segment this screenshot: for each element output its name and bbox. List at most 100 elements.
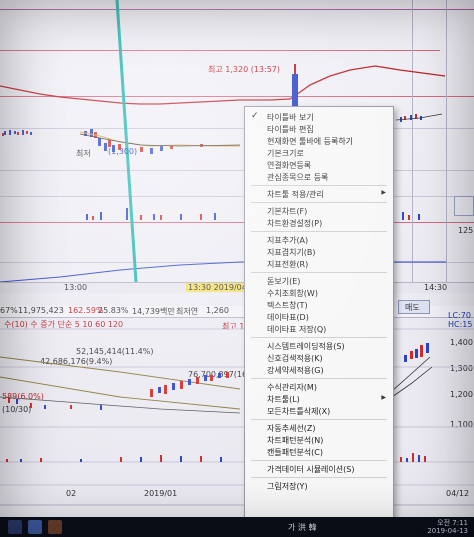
menu-separator [251, 378, 387, 379]
context-menu-item[interactable]: ✓ 타이틀바 보기 [245, 111, 393, 123]
context-menu-item-label: 차트툴 적용/관리 [267, 190, 324, 199]
taskbar-clock[interactable]: 오전 7:11 2019-04-13 [427, 519, 468, 535]
context-menu-item[interactable]: 텍스트창(T) [245, 299, 393, 311]
ime-indicator[interactable]: 가 洪 韓 [288, 522, 316, 533]
top-chart-pane[interactable]: 최고 1,320 (13:57) 최저 (1,300) [0, 0, 474, 290]
context-menu-item-label: 자동추세선(Z) [267, 424, 316, 433]
context-menu-item-label: 캔들패턴분석(C) [267, 448, 323, 457]
info-low-label: 최저연 [176, 307, 199, 316]
ma-line [395, 113, 443, 121]
context-menu-item-label: 수치조회창(W) [267, 289, 318, 298]
order-tab-label: 매도 [405, 303, 420, 312]
context-menu-item[interactable]: 지표겹치기(B) [245, 246, 393, 258]
submenu-arrow-icon: ▶ [381, 394, 386, 401]
axis-value: 125 [458, 226, 474, 235]
taskbar: 가 洪 韓 오전 7:11 2019-04-13 [0, 517, 474, 537]
context-menu-item-label: 지표전환(R) [267, 260, 309, 269]
context-menu-item[interactable]: 강세약세적용(G) [245, 364, 393, 376]
context-menu-item-label: 기본차트(F) [267, 207, 308, 216]
trend-line [0, 376, 241, 410]
context-menu-item[interactable]: 신호검색적용(K) [245, 352, 393, 364]
context-menu-item[interactable]: 지표추가(A) [245, 234, 393, 246]
clock-time: 오전 7:11 [437, 519, 468, 527]
context-menu-item-label: 관심종목으로 등록 [267, 173, 329, 182]
context-menu-item[interactable]: 기본크기로 [245, 147, 393, 159]
submenu-arrow-icon: ▶ [381, 189, 386, 196]
trend-line [0, 356, 241, 390]
x-axis-label: 2019/01 [144, 489, 178, 498]
time-label: 14:30 [424, 283, 448, 292]
context-menu-item[interactable]: 타이틀바 편집 [245, 123, 393, 135]
context-menu-item-label: 수식관리자(M) [267, 383, 317, 392]
time-axis: 13:00 13:30 2019/04/12 14:30 [0, 282, 474, 293]
x-axis-label: 02 [66, 489, 77, 498]
context-menu-item-label: 연결화면등록 [267, 161, 312, 170]
menu-separator [251, 337, 387, 338]
context-menu-item[interactable]: 차트툴(L) ▶ [245, 393, 393, 405]
context-menu-item-label: 돋보기(E) [267, 277, 301, 286]
context-menu-item-label: 차트툴(L) [267, 395, 300, 404]
app-icon[interactable] [28, 520, 42, 534]
menu-separator [251, 231, 387, 232]
context-menu-item-label: 데이타표(D) [267, 313, 309, 322]
app-icon[interactable] [48, 520, 62, 534]
context-menu-item-label: 차트환경설정(P) [267, 219, 323, 228]
context-menu-item-label: 차트패턴분석(N) [267, 436, 324, 445]
context-menu-item-label: 데이타표 저장(Q) [267, 325, 327, 334]
context-menu-item[interactable]: 차트패턴분석(N) [245, 434, 393, 446]
context-menu-item[interactable]: 현재화면 툴바에 등록하기 [245, 135, 393, 147]
info-low-val: 1,260 [206, 306, 229, 315]
context-menu-item[interactable]: 데이타표(D) [245, 311, 393, 323]
context-menu-item-label: 가격데이터 시뮬레이션(S) [267, 465, 355, 474]
context-menu-item[interactable]: 그림저장(Y) [245, 480, 393, 492]
screen: 최고 1,320 (13:57) 최저 (1,300) 13:00 13:30 … [0, 0, 474, 537]
context-menu-item-label: 타이틀바 보기 [267, 113, 314, 122]
context-menu: ✓ 타이틀바 보기타이틀바 편집 현재화면 툴바에 등록하기기본크기로연결화면등록관… [244, 106, 394, 520]
context-menu-item-label: 지표겹치기(B) [267, 248, 316, 257]
top-chart-svg [0, 0, 446, 283]
menu-separator [251, 202, 387, 203]
context-menu-item[interactable]: 가격데이터 시뮬레이션(S) [245, 463, 393, 475]
info-amount: 14,739백만 [132, 307, 175, 316]
context-menu-item-label: 기본크기로 [267, 149, 304, 158]
context-menu-item[interactable]: 자동추세선(Z) [245, 422, 393, 434]
menu-separator [251, 460, 387, 461]
context-menu-item[interactable]: 캔들패턴분석(C) [245, 446, 393, 458]
ma-line [391, 366, 433, 398]
context-menu-item-label: 신호검색적용(K) [267, 354, 323, 363]
context-menu-item[interactable]: 차트환경설정(P) [245, 217, 393, 229]
context-menu-item-label: 지표추가(A) [267, 236, 309, 245]
context-menu-item[interactable]: 차트툴 적용/관리 ▶ [245, 188, 393, 200]
info-rate: 67% [0, 306, 18, 315]
menu-separator [251, 477, 387, 478]
order-tab[interactable]: 매도 [398, 300, 430, 314]
context-menu-item-label: 그림저장(Y) [267, 482, 308, 491]
mini-panel [454, 196, 474, 216]
context-menu-item[interactable]: 연결화면등록 [245, 159, 393, 171]
context-menu-item-label: 타이틀바 편집 [267, 125, 314, 134]
app-icon[interactable] [8, 520, 22, 534]
context-menu-item-label: 텍스트창(T) [267, 301, 308, 310]
time-label: 13:00 [64, 283, 88, 292]
info-volume: 11,975,423 [18, 306, 64, 315]
context-menu-item[interactable]: 지표전환(R) [245, 258, 393, 270]
context-menu-item[interactable]: 관심종목으로 등록 [245, 171, 393, 183]
context-menu-item-label: 강세약세적용(G) [267, 366, 324, 375]
spike-candle [294, 64, 296, 74]
lower-chart-svg [0, 328, 474, 506]
context-menu-item[interactable]: 기본차트(F) [245, 205, 393, 217]
cursor-line [115, 0, 138, 283]
lower-chart-pane[interactable]: 수(10) 수 증가 단순 5 10 60 120 최고 1, 52,145,4… [0, 317, 474, 517]
check-icon: ✓ [251, 111, 259, 121]
context-menu-item[interactable]: 데이타표 저장(Q) [245, 323, 393, 335]
context-menu-item[interactable]: 수식관리자(M) [245, 381, 393, 393]
menu-separator [251, 185, 387, 186]
high-annotation: 최고 1,320 (13:57) [208, 65, 281, 74]
low-annotation: 최저 [76, 149, 91, 158]
context-menu-item[interactable]: 돋보기(E) [245, 275, 393, 287]
x-axis-label: 04/12 [446, 489, 470, 498]
context-menu-item[interactable]: 모든차트틀삭제(X) [245, 405, 393, 417]
context-menu-item[interactable]: 수치조회창(W) [245, 287, 393, 299]
context-menu-item[interactable]: 시스템트레이딩적용(S) [245, 340, 393, 352]
ma-line [391, 356, 431, 392]
